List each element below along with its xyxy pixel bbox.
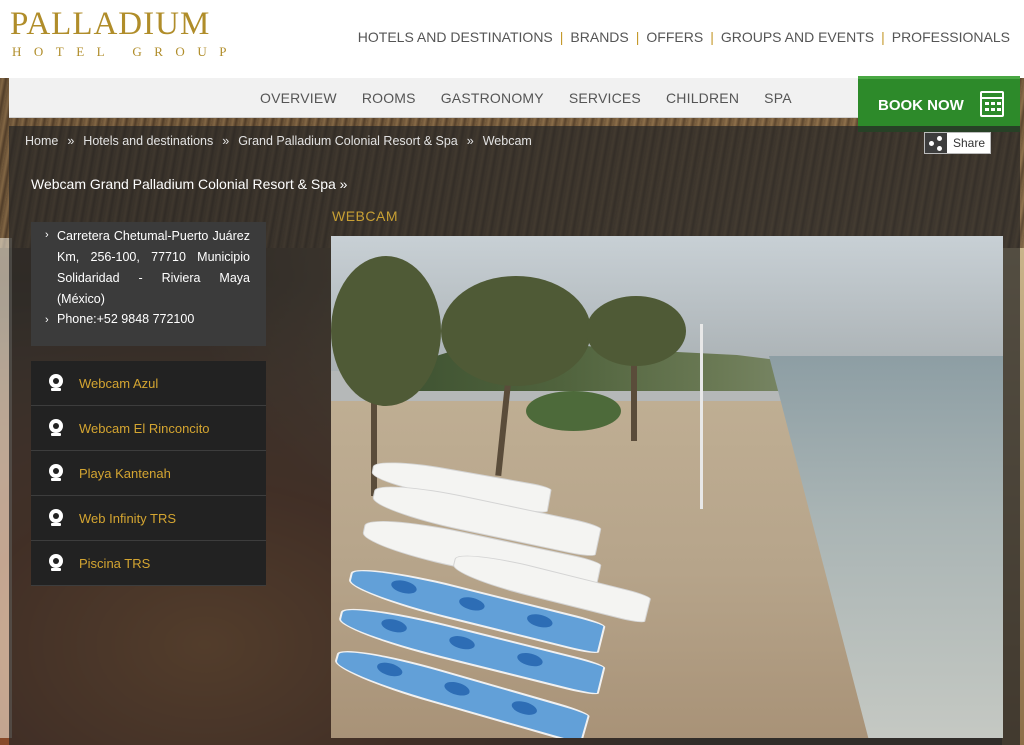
share-icon (925, 133, 947, 153)
webcam-image (331, 236, 1003, 738)
breadcrumb-separator: » (67, 134, 75, 148)
nav-groups-and-events[interactable]: GROUPS AND EVENTS (721, 29, 874, 45)
palm-tree (441, 276, 591, 386)
breadcrumb-hotels[interactable]: Hotels and destinations (83, 134, 213, 148)
webcam-icon (48, 374, 64, 392)
book-now-label: BOOK NOW (878, 97, 964, 114)
webcam-item-label: Webcam Azul (79, 375, 159, 391)
webcam-item-label: Webcam El Rinconcito (79, 420, 210, 436)
webcam-icon (48, 464, 64, 482)
hotel-webcam-title[interactable]: Webcam Grand Palladium Colonial Resort &… (31, 176, 347, 192)
nav-separator: | (559, 29, 564, 45)
hotel-phone[interactable]: Phone:+52 9848 772100 (57, 312, 194, 326)
webcam-item-web-infinity-trs[interactable]: Web Infinity TRS (31, 496, 266, 541)
share-button[interactable]: Share (924, 132, 991, 154)
hotel-sub-navigation: OVERVIEW ROOMS GASTRONOMY SERVICES CHILD… (9, 78, 859, 118)
webcam-item-label: Piscina TRS (79, 555, 151, 571)
flag-pole (700, 324, 703, 509)
nav-brands[interactable]: BRANDS (570, 29, 628, 45)
breadcrumb-hotel[interactable]: Grand Palladium Colonial Resort & Spa (238, 134, 458, 148)
nav-professionals[interactable]: PROFESSIONALS (892, 29, 1010, 45)
webcam-item-el-rinconcito[interactable]: Webcam El Rinconcito (31, 406, 266, 451)
subnav-gastronomy[interactable]: GASTRONOMY (441, 90, 544, 106)
palm-tree (331, 256, 441, 406)
webcam-item-playa-kantenah[interactable]: Playa Kantenah (31, 451, 266, 496)
subnav-services[interactable]: SERVICES (569, 90, 641, 106)
webcam-icon (48, 554, 64, 572)
webcam-item-azul[interactable]: Webcam Azul (31, 361, 266, 406)
logo-sub-text: HOTEL GROUP (12, 44, 239, 59)
site-header: PALLADIUM HOTEL GROUP HOTELS AND DESTINA… (0, 0, 1024, 78)
breadcrumb-webcam[interactable]: Webcam (483, 134, 532, 148)
nav-separator: | (710, 29, 714, 45)
breadcrumb-separator: » (466, 134, 474, 148)
breadcrumb-home[interactable]: Home (25, 134, 58, 148)
hotel-address: Carretera Chetumal-Puerto Juárez Km, 256… (57, 229, 250, 306)
book-now-button[interactable]: BOOK NOW (858, 76, 1020, 132)
phone-bullet: › (45, 314, 49, 326)
top-navigation: HOTELS AND DESTINATIONS | BRANDS | OFFER… (358, 29, 1010, 45)
webcam-item-label: Web Infinity TRS (79, 510, 177, 526)
webcam-list: Webcam Azul Webcam El Rinconcito Playa K… (31, 361, 266, 586)
webcam-icon (48, 509, 64, 527)
nav-offers[interactable]: OFFERS (646, 29, 703, 45)
palm-tree (586, 296, 686, 366)
address-bullet: › (45, 229, 49, 241)
subnav-children[interactable]: CHILDREN (666, 90, 739, 106)
section-title: WEBCAM (332, 208, 398, 224)
palladium-logo[interactable]: PALLADIUM HOTEL GROUP (10, 6, 239, 60)
subnav-rooms[interactable]: ROOMS (362, 90, 416, 106)
webcam-item-label: Playa Kantenah (79, 465, 171, 481)
webcam-icon (48, 419, 64, 437)
share-label: Share (953, 136, 986, 150)
subnav-overview[interactable]: OVERVIEW (260, 90, 337, 106)
calendar-icon (980, 91, 1004, 117)
nav-separator: | (881, 29, 885, 45)
subnav-spa[interactable]: SPA (764, 90, 792, 106)
breadcrumb: Home » Hotels and destinations » Grand P… (25, 134, 532, 148)
nav-separator: | (635, 29, 640, 45)
logo-main-text: PALLADIUM (10, 6, 211, 42)
webcam-item-piscina-trs[interactable]: Piscina TRS (31, 541, 266, 586)
bush (526, 391, 621, 431)
breadcrumb-separator: » (222, 134, 230, 148)
nav-hotels-and-destinations[interactable]: HOTELS AND DESTINATIONS (358, 29, 553, 45)
